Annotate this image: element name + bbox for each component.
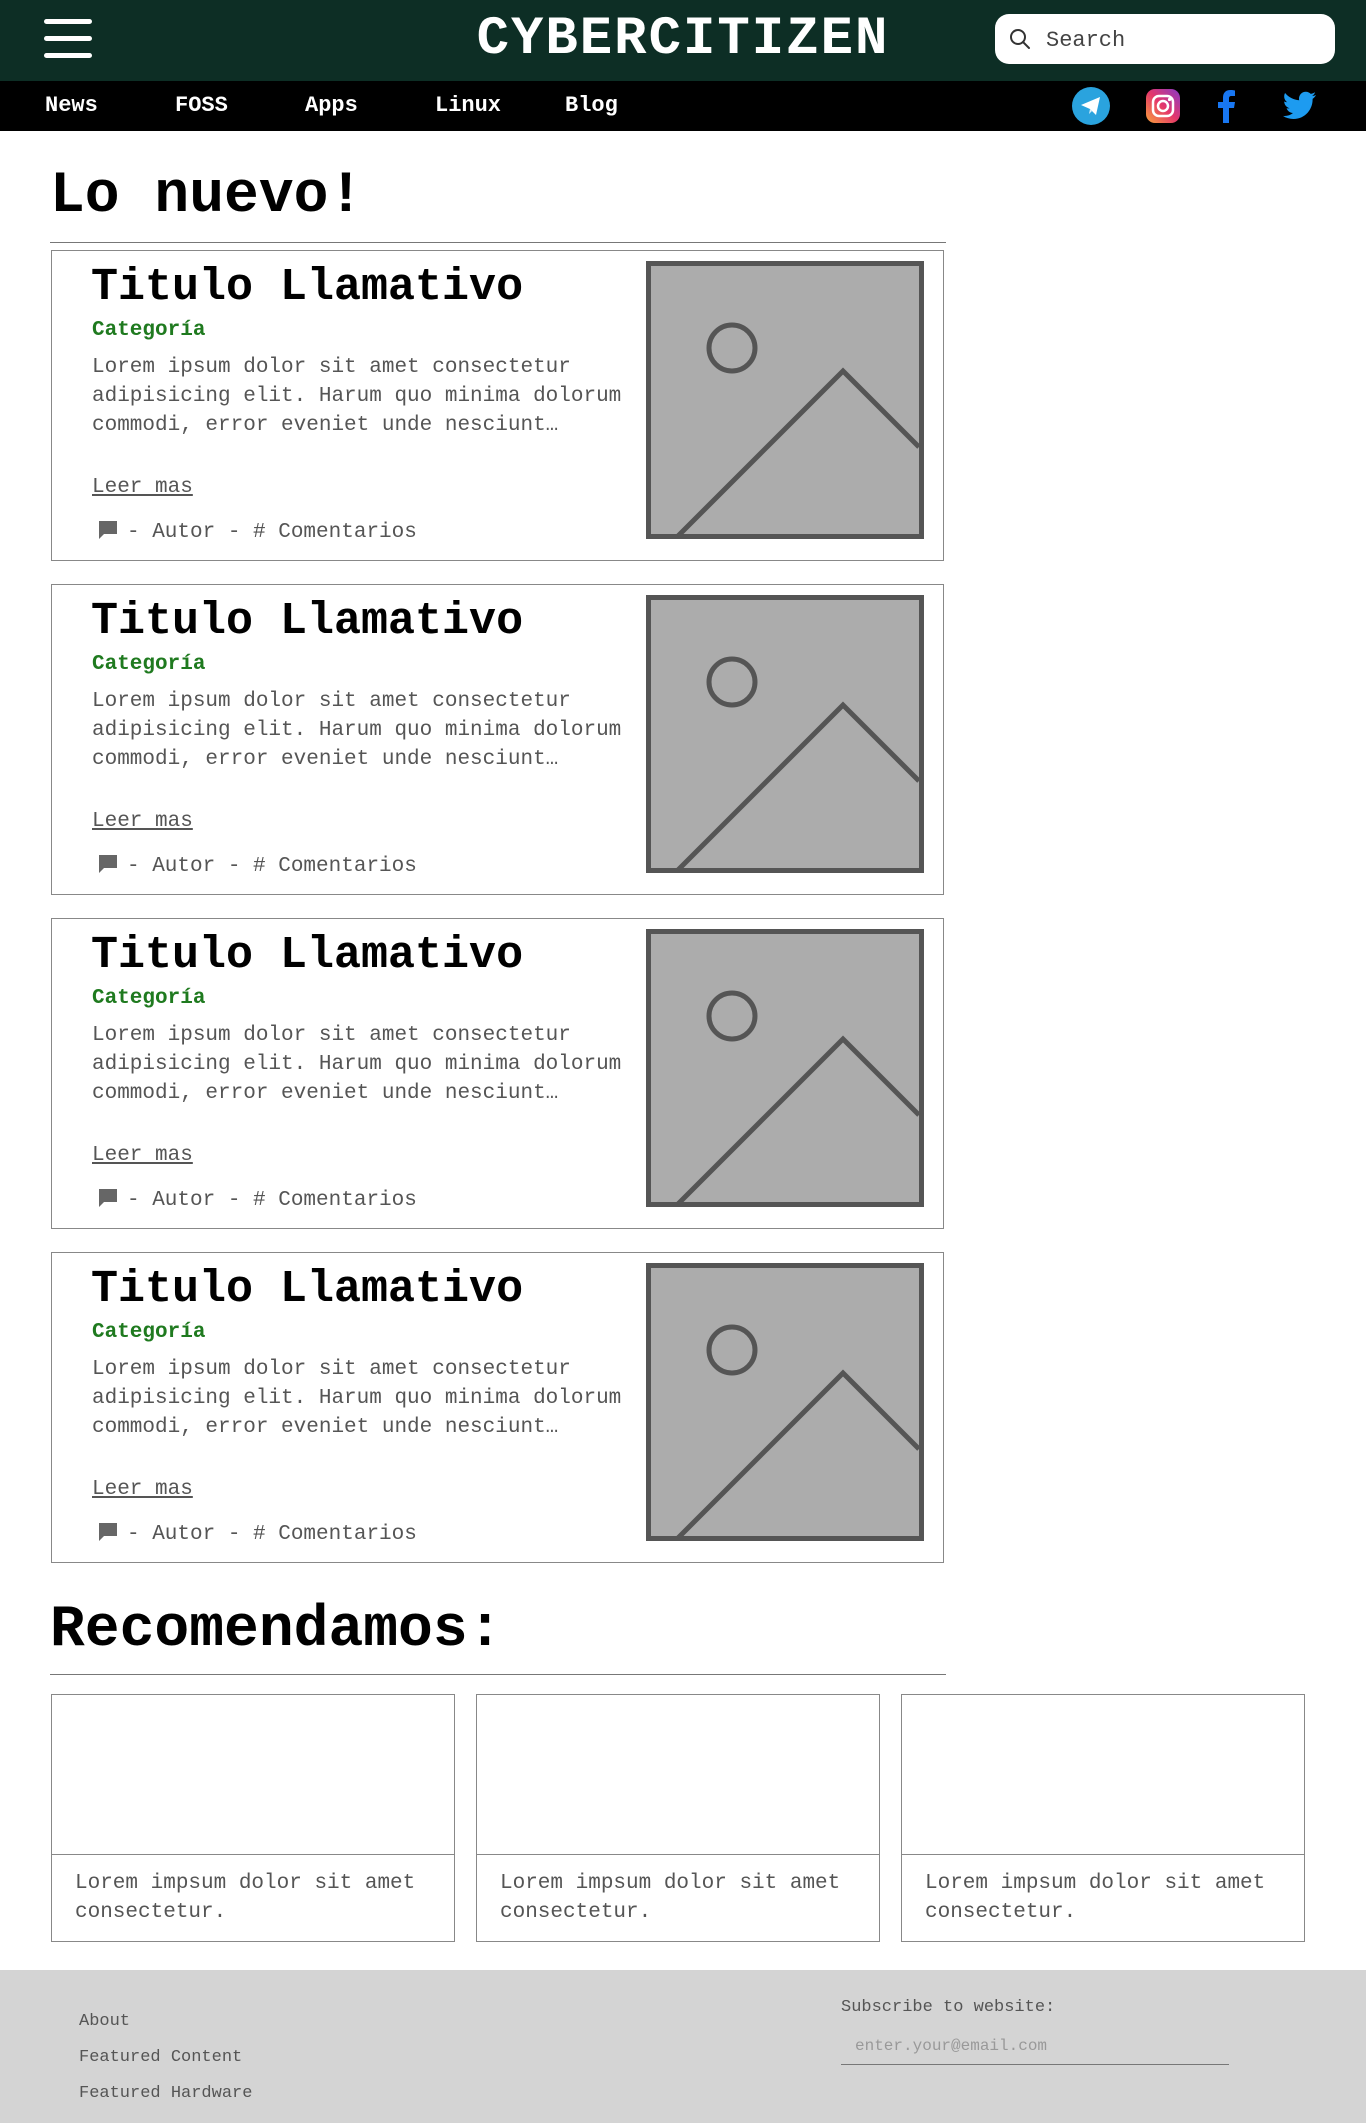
recommend-image [902, 1695, 1304, 1855]
article-meta: - Autor - # Comentarios [97, 1521, 417, 1548]
article-card: Titulo Llamativo Categoría Lorem ipsum d… [51, 584, 944, 895]
section-heading-new: Lo nuevo! [50, 164, 364, 229]
comment-icon [99, 1523, 117, 1541]
read-more-link[interactable]: Leer mas [92, 1143, 193, 1169]
email-field[interactable] [841, 2027, 1229, 2065]
article-category[interactable]: Categoría [92, 318, 205, 344]
recommend-card[interactable]: Lorem impsum dolor sit amet consectetur. [51, 1694, 455, 1942]
article-excerpt: Lorem ipsum dolor sit amet consectetur a… [92, 1358, 622, 1439]
nav-item-linux[interactable]: Linux [435, 95, 501, 117]
search-icon [1010, 29, 1030, 49]
subscribe-label: Subscribe to website: [841, 1998, 1056, 2017]
footer-link-about[interactable]: About [79, 2012, 130, 2032]
article-title[interactable]: Titulo Llamativo [91, 595, 523, 649]
article-title[interactable]: Titulo Llamativo [91, 261, 523, 315]
site-footer: About Featured Content Featured Hardware… [0, 1970, 1366, 2123]
comment-icon [99, 521, 117, 539]
footer-link-featured-content[interactable]: Featured Content [79, 2048, 242, 2068]
footer-link-featured-hardware[interactable]: Featured Hardware [79, 2084, 252, 2104]
image-placeholder-icon [646, 1263, 924, 1541]
article-category[interactable]: Categoría [92, 652, 205, 678]
nav-item-foss[interactable]: FOSS [175, 95, 228, 117]
recommend-image [477, 1695, 879, 1855]
comment-icon [99, 855, 117, 873]
section-divider [50, 242, 946, 243]
article-meta-text: - Autor - # Comentarios [127, 855, 417, 878]
read-more-link[interactable]: Leer mas [92, 809, 193, 835]
search-input[interactable] [1044, 22, 1318, 58]
article-meta-text: - Autor - # Comentarios [127, 1189, 417, 1212]
section-heading-recommend: Recomendamos: [50, 1598, 503, 1663]
article-title[interactable]: Titulo Llamativo [91, 1263, 523, 1317]
article-category[interactable]: Categoría [92, 1320, 205, 1346]
article-card: Titulo Llamativo Categoría Lorem ipsum d… [51, 1252, 944, 1563]
image-placeholder-icon [646, 929, 924, 1207]
read-more-link[interactable]: Leer mas [92, 1477, 193, 1503]
article-meta-text: - Autor - # Comentarios [127, 1523, 417, 1546]
main-nav: News FOSS Apps Linux Blog [0, 81, 1366, 131]
recommend-image [52, 1695, 454, 1855]
search-box[interactable] [995, 14, 1335, 64]
comment-icon [99, 1189, 117, 1207]
twitter-icon[interactable] [1280, 87, 1318, 125]
top-header: CYBERCITIZEN [0, 0, 1366, 81]
article-excerpt: Lorem ipsum dolor sit amet consectetur a… [92, 690, 622, 771]
section-divider [50, 1674, 946, 1675]
read-more-link[interactable]: Leer mas [92, 475, 193, 501]
instagram-icon[interactable] [1144, 87, 1182, 125]
telegram-icon[interactable] [1072, 87, 1110, 125]
nav-item-blog[interactable]: Blog [565, 95, 618, 117]
hamburger-menu-icon[interactable] [44, 17, 92, 61]
nav-item-apps[interactable]: Apps [305, 95, 358, 117]
nav-item-news[interactable]: News [45, 95, 98, 117]
article-meta: - Autor - # Comentarios [97, 853, 417, 880]
recommend-text: Lorem impsum dolor sit amet consectetur. [75, 1872, 416, 1924]
article-excerpt: Lorem ipsum dolor sit amet consectetur a… [92, 1024, 622, 1105]
article-meta: - Autor - # Comentarios [97, 1187, 417, 1214]
article-meta: - Autor - # Comentarios [97, 519, 417, 546]
image-placeholder-icon [646, 261, 924, 539]
image-placeholder-icon [646, 595, 924, 873]
article-card: Titulo Llamativo Categoría Lorem ipsum d… [51, 250, 944, 561]
article-category[interactable]: Categoría [92, 986, 205, 1012]
recommend-text: Lorem impsum dolor sit amet consectetur. [500, 1872, 841, 1924]
recommend-card[interactable]: Lorem impsum dolor sit amet consectetur. [901, 1694, 1305, 1942]
article-card: Titulo Llamativo Categoría Lorem ipsum d… [51, 918, 944, 1229]
recommend-card[interactable]: Lorem impsum dolor sit amet consectetur. [476, 1694, 880, 1942]
article-meta-text: - Autor - # Comentarios [127, 521, 417, 544]
article-excerpt: Lorem ipsum dolor sit amet consectetur a… [92, 356, 622, 437]
article-title[interactable]: Titulo Llamativo [91, 929, 523, 983]
facebook-icon[interactable] [1208, 87, 1246, 125]
recommend-text: Lorem impsum dolor sit amet consectetur. [925, 1872, 1266, 1924]
